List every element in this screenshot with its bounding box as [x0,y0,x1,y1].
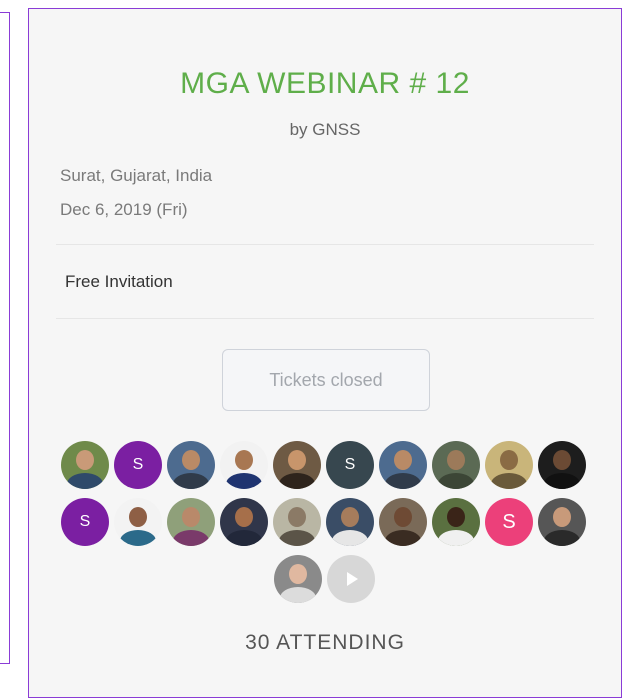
attendee-avatar-photo[interactable] [167,498,215,546]
avatar-silhouette-face [288,450,306,470]
avatar-silhouette-face [447,507,465,527]
attendee-avatar-photo[interactable] [167,441,215,489]
avatar-silhouette-face [182,507,200,527]
avatar-silhouette-face [235,507,253,527]
avatar-silhouette-body [173,530,209,546]
avatar-silhouette-body [173,473,209,489]
attendee-avatar-photo[interactable] [61,441,109,489]
avatar-initial: S [132,456,144,473]
attendee-avatar-photo[interactable] [485,441,533,489]
avatar-silhouette-body [280,587,316,603]
avatar-silhouette-face [553,507,571,527]
avatar-silhouette-face [76,450,94,470]
adjacent-card-edge [0,12,10,664]
attendee-avatar-photo[interactable] [220,498,268,546]
avatar-silhouette-body [120,530,156,546]
attendee-avatar-initial[interactable]: S [485,498,533,546]
avatar-silhouette-face [394,507,412,527]
avatar-silhouette-body [491,473,527,489]
event-card: MGA WEBINAR # 12 by GNSS Surat, Gujarat,… [28,8,622,698]
attendee-avatar-photo[interactable] [326,498,374,546]
avatar-silhouette-face [394,450,412,470]
avatar-silhouette-face [553,450,571,470]
attendee-avatar-photo[interactable] [274,555,322,603]
avatar-silhouette-body [385,530,421,546]
attendee-avatar-initial[interactable]: S [61,498,109,546]
attendee-avatar-photo[interactable] [379,441,427,489]
avatar-silhouette-body [438,530,474,546]
attendee-avatar-photo[interactable] [220,441,268,489]
attendee-avatar-initial[interactable]: S [114,441,162,489]
avatar-silhouette-body [544,530,580,546]
avatar-silhouette-body [279,473,315,489]
avatar-silhouette-face [182,450,200,470]
avatar-silhouette-face [129,507,147,527]
play-video-avatar[interactable] [327,555,375,603]
avatar-silhouette-face [447,450,465,470]
avatar-initial: S [344,456,356,473]
avatar-silhouette-body [385,473,421,489]
attending-count[interactable]: 30 ATTENDING [29,631,621,655]
avatar-silhouette-body [279,530,315,546]
attendee-avatar-photo[interactable] [114,498,162,546]
attendee-avatar-photo[interactable] [273,498,321,546]
attendee-avatar-photo[interactable] [273,441,321,489]
avatar-initial: S [79,513,91,530]
avatar-silhouette-face [341,507,359,527]
attendee-avatar-photo[interactable] [432,498,480,546]
avatar-silhouette-body [67,473,103,489]
attendee-avatar-photo[interactable] [432,441,480,489]
avatar-silhouette-face [500,450,518,470]
avatar-silhouette-face [235,450,253,470]
avatar-silhouette-body [226,530,262,546]
attendee-avatar-initial[interactable]: S [326,441,374,489]
attendee-avatar-photo[interactable] [538,498,586,546]
attendee-avatar-photo[interactable] [379,498,427,546]
attendee-avatar-photo[interactable] [538,441,586,489]
avatar-initial: S [502,510,516,533]
avatar-silhouette-body [438,473,474,489]
avatar-silhouette-face [289,564,307,584]
avatar-silhouette-face [288,507,306,527]
attendee-avatars: S S S S [29,9,621,697]
avatar-silhouette-body [226,473,262,489]
avatar-silhouette-body [544,473,580,489]
play-icon [347,572,358,586]
avatar-silhouette-body [332,530,368,546]
